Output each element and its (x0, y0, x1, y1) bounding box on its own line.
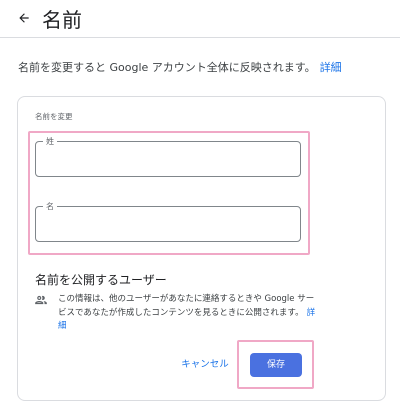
page-header: 名前 (0, 0, 400, 38)
last-name-label: 姓 (43, 136, 57, 147)
page-description: 名前を変更すると Google アカウント全体に反映されます。 詳細 (18, 59, 342, 75)
name-card: 名前を変更 姓 名 名前を公開するユーザー この情報は、他のユーザーがあなたに連… (17, 96, 386, 401)
visibility-section-title: 名前を公開するユーザー (35, 273, 167, 287)
back-button[interactable] (14, 8, 34, 28)
description-details-link[interactable]: 詳細 (320, 61, 342, 74)
visibility-info-text: この情報は、他のユーザーがあなたに連絡するときや Google サービスであなた… (58, 294, 315, 318)
first-name-field[interactable]: 名 (35, 201, 301, 242)
visibility-info: この情報は、他のユーザーがあなたに連絡するときや Google サービスであなた… (58, 293, 318, 334)
page-title: 名前 (42, 8, 82, 32)
arrow-back-icon (19, 13, 29, 23)
description-text: 名前を変更すると Google アカウント全体に反映されます。 (18, 61, 316, 74)
people-icon (35, 295, 47, 305)
cancel-button[interactable]: キャンセル (173, 355, 237, 375)
last-name-field[interactable]: 姓 (35, 136, 301, 177)
header-divider (0, 37, 400, 38)
last-name-input[interactable] (46, 150, 286, 168)
change-name-label: 名前を変更 (35, 112, 73, 121)
first-name-input[interactable] (46, 215, 286, 233)
first-name-label: 名 (43, 201, 57, 212)
save-button[interactable]: 保存 (250, 353, 302, 377)
